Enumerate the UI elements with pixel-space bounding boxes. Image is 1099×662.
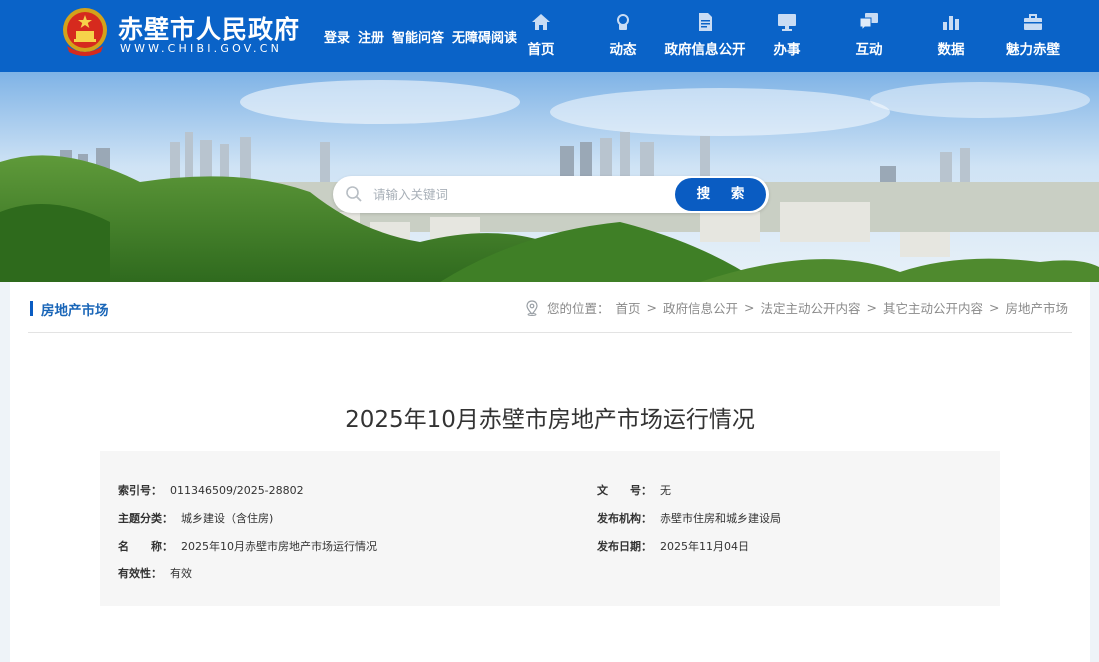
nav-item-services[interactable]: 办事 bbox=[746, 0, 828, 72]
meta-topic-category: 主题分类： 城乡建设（含住房) bbox=[118, 510, 273, 526]
breadcrumb-statutory[interactable]: 法定主动公开内容 bbox=[760, 298, 860, 317]
meta-value: 2025年10月赤壁市房地产市场运行情况 bbox=[181, 540, 377, 553]
meta-value: 有效 bbox=[170, 567, 192, 580]
breadcrumb-other[interactable]: 其它主动公开内容 bbox=[883, 298, 983, 317]
meta-publisher: 发布机构： 赤壁市住房和城乡建设局 bbox=[597, 510, 781, 526]
nav-label: 首页 bbox=[527, 42, 555, 58]
breadcrumb-separator: > bbox=[989, 300, 1000, 315]
section-marker bbox=[30, 301, 33, 316]
briefcase-icon bbox=[1024, 14, 1042, 30]
utility-links: 登录 注册 智能问答 无障碍阅读 bbox=[324, 27, 517, 46]
location-pin-icon bbox=[526, 299, 538, 316]
meta-document-number: 文 号： 无 bbox=[597, 482, 671, 498]
nav-label: 互动 bbox=[855, 42, 883, 58]
meta-key: 索引号： bbox=[118, 484, 162, 497]
nav-item-data[interactable]: 数据 bbox=[910, 0, 992, 72]
search-input[interactable] bbox=[371, 182, 661, 207]
home-icon bbox=[532, 14, 550, 30]
breadcrumb-gov-info[interactable]: 政府信息公开 bbox=[663, 298, 738, 317]
nav-label: 政府信息公开 bbox=[664, 42, 746, 58]
meta-publish-date: 发布日期： 2025年11月04日 bbox=[597, 538, 749, 554]
nav-item-home[interactable]: 首页 bbox=[500, 0, 582, 72]
breadcrumb-current[interactable]: 房地产市场 bbox=[1005, 298, 1068, 317]
meta-key: 主题分类： bbox=[118, 512, 173, 525]
nav-item-news[interactable]: 动态 bbox=[582, 0, 664, 72]
meta-index-number: 索引号： 011346509/2025-28802 bbox=[118, 482, 304, 498]
meta-key: 有效性： bbox=[118, 567, 162, 580]
content-card: 房地产市场 您的位置： 首页 > 政府信息公开 > 法定主动公开内容 > 其它主… bbox=[10, 282, 1090, 662]
site-title[interactable]: 赤壁市人民政府 bbox=[118, 10, 300, 46]
meta-validity: 有效性： 有效 bbox=[118, 565, 192, 581]
meta-key: 文 号： bbox=[597, 484, 652, 497]
meta-key: 发布机构： bbox=[597, 512, 652, 525]
smart-qa-link[interactable]: 智能问答 bbox=[392, 27, 444, 46]
search-button[interactable]: 搜 索 bbox=[675, 178, 766, 211]
document-metadata: 索引号： 011346509/2025-28802 主题分类： 城乡建设（含住房) … bbox=[100, 451, 1000, 606]
chat-icon bbox=[859, 13, 878, 32]
nav-label: 魅力赤壁 bbox=[1006, 42, 1060, 58]
header-divider bbox=[28, 332, 1072, 333]
monitor-icon bbox=[778, 14, 796, 31]
nav-label: 数据 bbox=[937, 42, 965, 58]
nav-label: 办事 bbox=[773, 42, 801, 58]
nav-label: 动态 bbox=[609, 42, 637, 58]
nav-item-gov-info[interactable]: 政府信息公开 bbox=[664, 0, 746, 72]
breadcrumb-home[interactable]: 首页 bbox=[615, 298, 640, 317]
main-nav: 首页 动态 政府信息公开 办事 互动 数据 魅力赤壁 bbox=[500, 0, 1074, 72]
nav-item-charm[interactable]: 魅力赤壁 bbox=[992, 0, 1074, 72]
document-icon bbox=[699, 13, 712, 31]
meta-value: 赤壁市住房和城乡建设局 bbox=[660, 512, 781, 525]
login-link[interactable]: 登录 bbox=[324, 27, 350, 46]
search-icon bbox=[346, 186, 362, 202]
breadcrumb: 您的位置： 首页 > 政府信息公开 > 法定主动公开内容 > 其它主动公开内容 … bbox=[525, 298, 1068, 317]
search-box: 搜 索 bbox=[333, 176, 769, 213]
meta-value: 城乡建设（含住房) bbox=[181, 512, 274, 525]
meta-name: 名 称： 2025年10月赤壁市房地产市场运行情况 bbox=[118, 538, 377, 554]
site-header: 赤壁市人民政府 WWW.CHIBI.GOV.CN 登录 注册 智能问答 无障碍阅… bbox=[0, 0, 1099, 72]
document-title: 2025年10月赤壁市房地产市场运行情况 bbox=[345, 407, 755, 433]
breadcrumb-separator: > bbox=[744, 300, 755, 315]
site-domain: WWW.CHIBI.GOV.CN bbox=[120, 42, 283, 55]
register-link[interactable]: 注册 bbox=[358, 27, 384, 46]
city-banner: 搜 索 bbox=[0, 72, 1099, 282]
breadcrumb-separator: > bbox=[646, 300, 657, 315]
meta-value: 无 bbox=[660, 484, 671, 497]
meta-key: 名 称： bbox=[118, 540, 173, 553]
meta-value: 2025年11月04日 bbox=[660, 540, 749, 553]
national-emblem-icon bbox=[63, 8, 107, 56]
meta-key: 发布日期： bbox=[597, 540, 652, 553]
nav-item-interact[interactable]: 互动 bbox=[828, 0, 910, 72]
breadcrumb-prefix: 您的位置： bbox=[546, 301, 610, 316]
meta-value: 011346509/2025-28802 bbox=[170, 484, 304, 497]
news-icon bbox=[617, 14, 629, 30]
breadcrumb-separator: > bbox=[866, 300, 877, 315]
bar-chart-icon bbox=[943, 16, 959, 30]
section-title: 房地产市场 bbox=[41, 303, 109, 319]
